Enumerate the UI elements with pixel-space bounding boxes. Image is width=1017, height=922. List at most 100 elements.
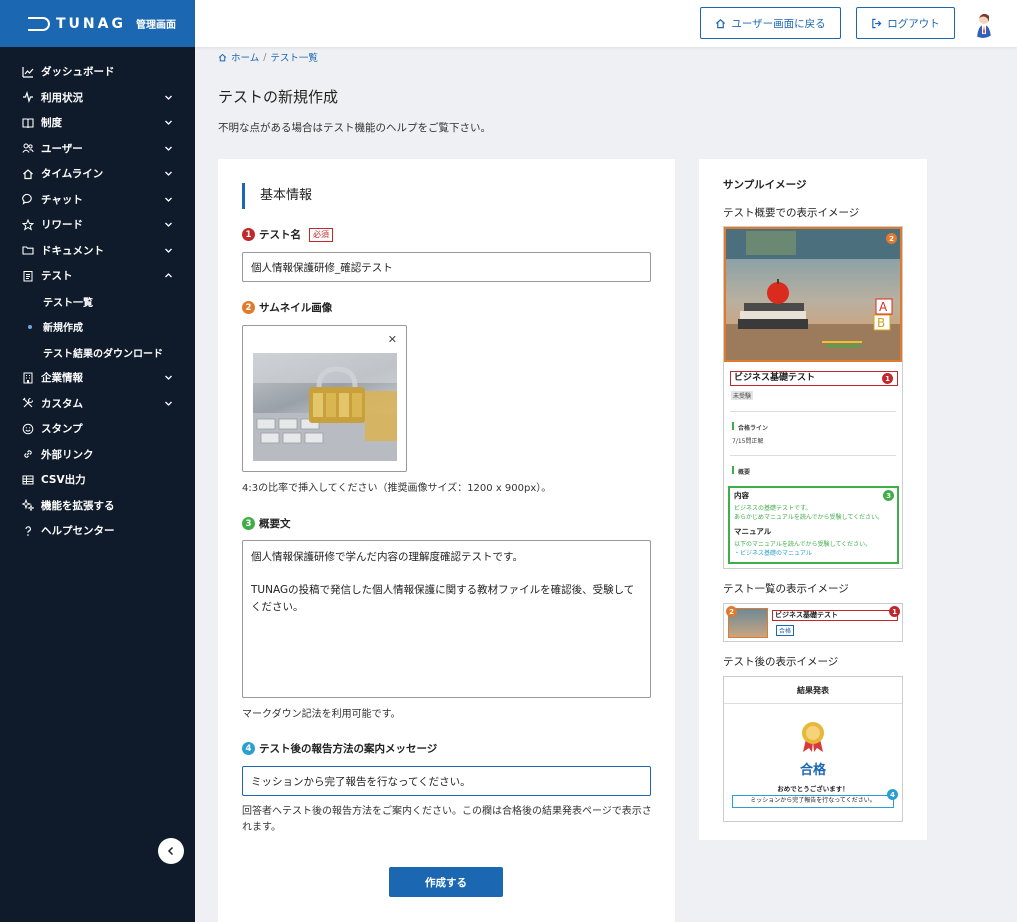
folder-icon [22, 244, 34, 256]
test-name-input[interactable]: 個人情報保護研修_確認テスト [242, 252, 651, 282]
sidebar-item-label: CSV出力 [41, 474, 86, 487]
sparkle-icon [22, 499, 34, 512]
sidebar-item-label: チャット [41, 193, 83, 206]
after-preview-image: 結果発表 合格 おめでとうございます！ ミッションから完了報告を行なってください… [723, 676, 903, 822]
required-badge: 必須 [309, 227, 333, 242]
brand-name: TUNAG [56, 15, 126, 32]
after-preview-label: テスト後の表示イメージ [723, 656, 839, 668]
sidebar-item-label: カスタム [41, 397, 83, 410]
field-label-text: テスト後の報告方法の案内メッセージ [259, 743, 438, 755]
breadcrumb-separator: / [263, 51, 267, 63]
chevron-down-icon [165, 146, 172, 151]
sidebar-subitem[interactable]: テスト結果のダウンロード [0, 340, 195, 366]
sidebar-collapse-button[interactable] [158, 838, 184, 864]
logout-button[interactable]: ログアウト [856, 7, 955, 39]
chat-bubble-icon [22, 193, 34, 206]
summary-textarea[interactable]: 個人情報保護研修で学んだ内容の理解度確認テストです。 TUNAGの投稿で発信した… [242, 540, 651, 698]
logo-mark-icon [28, 16, 50, 31]
preview-status-badge: 未受験 [731, 391, 754, 400]
sidebar-item-building[interactable]: 企業情報 [0, 365, 195, 391]
sidebar-item-star[interactable]: リワード [0, 212, 195, 238]
book-icon [22, 117, 34, 129]
logout-icon [872, 18, 882, 28]
chart-line-icon [22, 66, 34, 78]
breadcrumb: ホーム / テスト一覧 [218, 50, 318, 64]
preview-manual-label: マニュアル [734, 527, 772, 536]
sidebar-item-clipboard[interactable]: テスト [0, 263, 195, 289]
sidebar-item-users[interactable]: ユーザー [0, 136, 195, 162]
summary-label: 3 概要文 [242, 516, 291, 531]
report-help-text: 回答者へテスト後の報告方法をご案内ください。この欄は合格後の結果発表ページで表示… [242, 806, 652, 833]
brand-sub: 管理画面 [135, 20, 176, 31]
step-number-badge: 3 [242, 517, 255, 530]
breadcrumb-test-list-link[interactable]: テスト一覧 [270, 50, 318, 64]
preview-content-label: 内容 [734, 491, 749, 500]
preview-content-text: あらかじめマニュアルを読んでから受験してください。 [734, 514, 884, 521]
user-avatar[interactable] [969, 10, 997, 38]
home-icon [716, 18, 726, 28]
preview-manual-link: ・ビジネス基礎のマニュアル [734, 550, 812, 557]
chevron-left-icon [167, 846, 174, 856]
preview-summary-label: 概要 [738, 469, 751, 476]
chevron-down-icon [165, 197, 172, 202]
tools-icon [22, 397, 34, 409]
breadcrumb-home-link[interactable]: ホーム [231, 50, 259, 64]
overview-preview-image: A B 2 ビジネス基礎テスト 1 未受験 合格ライン 7/15問正解 概要 内… [723, 226, 903, 569]
sidebar-item-smile[interactable]: スタンプ [0, 416, 195, 442]
sidebar-subitem[interactable]: テスト一覧 [0, 289, 195, 315]
sidebar-item-question[interactable]: ヘルプセンター [0, 518, 195, 544]
sidebar-item-folder[interactable]: ドキュメント [0, 238, 195, 264]
sidebar-subitem[interactable]: 新規作成 [0, 314, 195, 340]
sidebar-item-sparkle[interactable]: 機能を拡張する [0, 493, 195, 519]
sidebar-item-label: 制度 [41, 117, 62, 130]
chevron-down-icon [165, 95, 172, 100]
sidebar-item-home[interactable]: タイムライン [0, 161, 195, 187]
sidebar-item-chat-bubble[interactable]: チャット [0, 187, 195, 213]
list-preview-label: テスト一覧の表示イメージ [723, 583, 849, 595]
clipboard-icon [22, 270, 34, 282]
preview-content-text: ビジネスの基礎テストです。 [734, 505, 812, 512]
thumbnail-label: 2 サムネイル画像 [242, 300, 332, 315]
medal-icon [802, 722, 824, 752]
overview-preview-label: テスト概要での表示イメージ [723, 207, 860, 219]
sidebar-item-label: リワード [41, 219, 83, 232]
summary-help-text: マークダウン記法を利用可能です。 [242, 709, 401, 720]
page-description: 不明な点がある場合はテスト機能のヘルプをご覧下さい。 [218, 122, 491, 134]
test-name-label: 1 テスト名 必須 [242, 227, 333, 242]
thumbnail-upload-box[interactable]: ✕ [242, 325, 407, 472]
preview-thumbnail: A B [724, 227, 902, 362]
top-header: ユーザー画面に戻る ログアウト [195, 0, 1017, 47]
sidebar-item-book[interactable]: 制度 [0, 110, 195, 136]
step-number-badge: 4 [242, 742, 255, 755]
remove-thumbnail-icon[interactable]: ✕ [388, 333, 397, 346]
sidebar-item-tools[interactable]: カスタム [0, 391, 195, 417]
report-message-label: 4 テスト後の報告方法の案内メッセージ [242, 741, 437, 756]
page-title: テストの新規作成 [218, 88, 339, 106]
sample-image-panel: サンプルイメージ テスト概要での表示イメージ A B 2 ビジネス基礎テスト 1… [699, 159, 927, 840]
sidebar-item-link[interactable]: 外部リンク [0, 442, 195, 468]
user-screen-button[interactable]: ユーザー画面に戻る [700, 7, 841, 39]
sidebar-item-label: ドキュメント [41, 244, 104, 257]
create-button[interactable]: 作成する [389, 867, 503, 897]
sidebar-item-table[interactable]: CSV出力 [0, 467, 195, 493]
step-number-badge: 2 [242, 301, 255, 314]
report-message-input[interactable]: ミッションから完了報告を行なってください。 [242, 766, 651, 796]
list-preview-title: ビジネス基礎テスト [772, 610, 898, 621]
building-icon [22, 372, 34, 384]
sidebar: TUNAG 管理画面 ダッシュボード 利用状況制度ユーザー タイムラインチャットリワ… [0, 0, 195, 922]
brand-bar[interactable]: TUNAG 管理画面 [0, 0, 195, 47]
home-icon [22, 168, 34, 180]
result-congrats-text: おめでとうございます！ [777, 785, 849, 793]
sidebar-item-chart-line[interactable]: ダッシュボード [0, 59, 195, 85]
link-icon [22, 448, 34, 460]
step-number-badge: 1 [242, 228, 255, 241]
list-preview-pass-badge: 合格 [776, 625, 795, 636]
sample-title: サンプルイメージ [723, 179, 807, 191]
sidebar-item-pulse[interactable]: 利用状況 [0, 85, 195, 111]
chevron-down-icon [165, 222, 172, 227]
thumbnail-help-text: 4:3の比率で挿入してください（推奨画像サイズ：1200 x 900px）。 [242, 483, 552, 494]
smile-icon [22, 423, 34, 435]
result-pass-text: 合格 [799, 763, 826, 778]
preview-content-box: 内容 ビジネスの基礎テストです。 あらかじめマニュアルを読んでから受験してくださ… [728, 486, 899, 564]
sidebar-item-label: 企業情報 [41, 372, 83, 385]
